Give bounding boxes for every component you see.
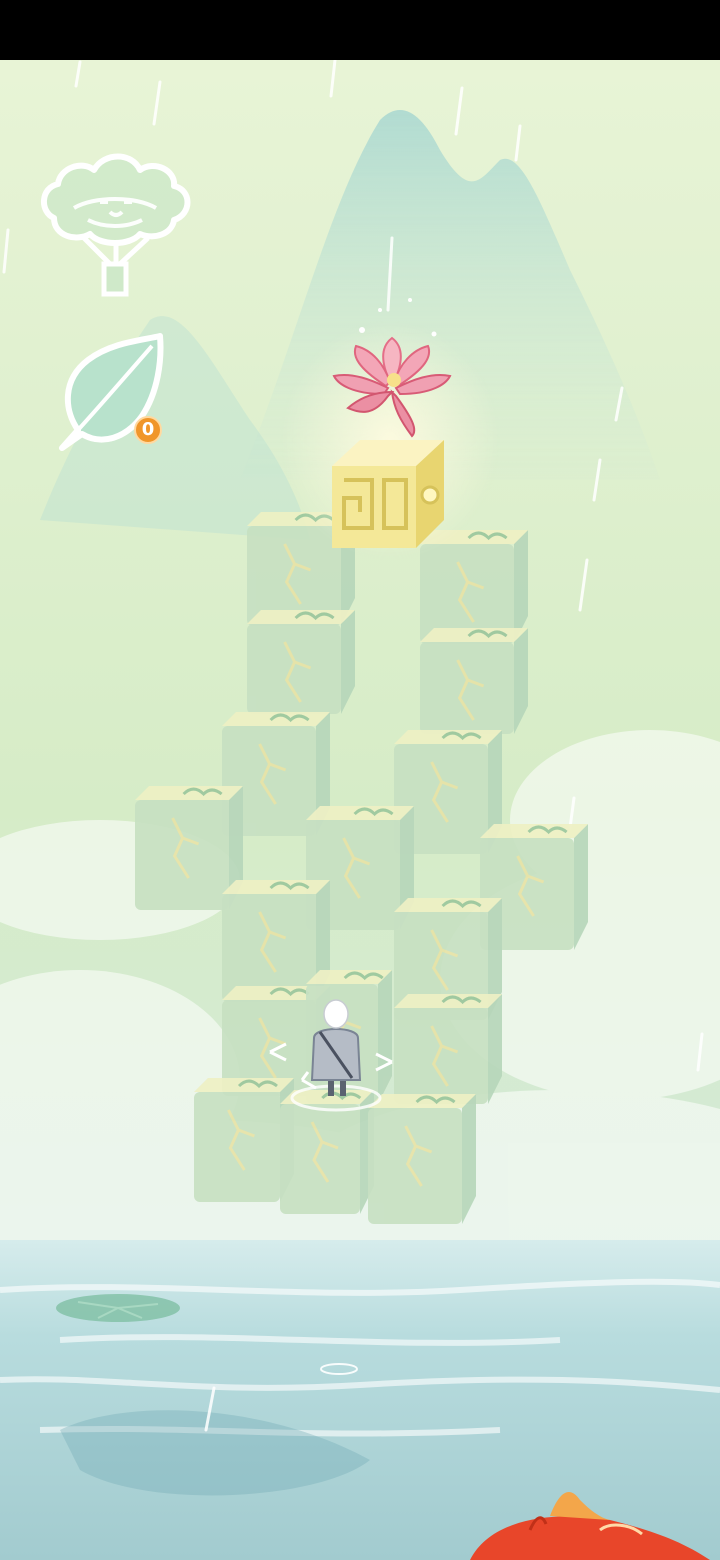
stone-block <box>420 628 528 734</box>
status-bar <box>0 0 720 60</box>
flower-hud-button[interactable] <box>34 148 196 298</box>
stone-block <box>368 1094 476 1224</box>
leaf-count-badge: 0 <box>134 416 162 444</box>
leaf-hud-button[interactable]: 0 <box>54 330 170 460</box>
goal-block <box>332 440 444 548</box>
lily-pad <box>56 1294 180 1322</box>
stone-block <box>394 994 502 1104</box>
stone-block <box>194 1078 294 1202</box>
stone-block <box>247 610 355 714</box>
game-viewport[interactable]: 0 <box>0 60 720 1560</box>
cloud-flower-icon <box>41 153 191 297</box>
